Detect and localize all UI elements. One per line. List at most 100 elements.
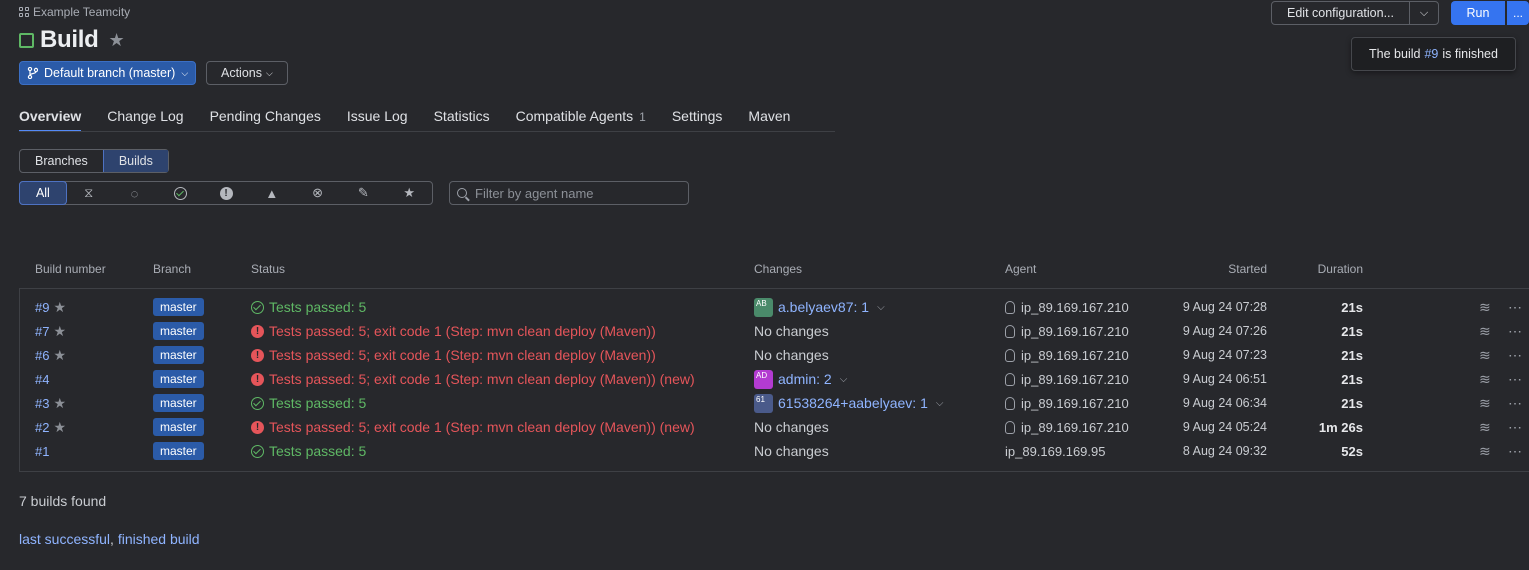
finished-build-link[interactable]: finished build xyxy=(118,531,200,547)
status-link[interactable]: Tests passed: 5 xyxy=(269,395,366,411)
header-changes[interactable]: Changes xyxy=(754,262,802,276)
branch-tag[interactable]: master xyxy=(153,394,204,412)
build-log-icon[interactable]: ≋ xyxy=(1479,415,1491,439)
table-row[interactable]: #9 ★ master Tests passed: 5 AB a.belyaev… xyxy=(0,295,1529,319)
header-agent[interactable]: Agent xyxy=(1005,262,1036,276)
breadcrumb[interactable]: Example Teamcity xyxy=(19,5,130,19)
tab-statistics[interactable]: Statistics xyxy=(434,108,490,132)
warning-icon[interactable]: ▲ xyxy=(249,182,295,204)
run-options-button[interactable]: ... xyxy=(1507,1,1529,25)
hourglass-icon[interactable]: ⧖ xyxy=(66,182,112,204)
table-row[interactable]: #3 ★ master Tests passed: 5 61 61538264+… xyxy=(0,391,1529,415)
table-row[interactable]: #6 ★ master ! Tests passed: 5; exit code … xyxy=(0,343,1529,367)
branch-tag[interactable]: master xyxy=(153,346,204,364)
tab-pending-changes[interactable]: Pending Changes xyxy=(210,108,321,132)
branch-tag[interactable]: master xyxy=(153,298,204,316)
header-build-number[interactable]: Build number xyxy=(35,262,106,276)
error-icon[interactable]: ! xyxy=(203,182,249,204)
agent-name[interactable]: ip_89.169.167.210 xyxy=(1021,372,1129,387)
edit-configuration-button[interactable]: Edit configuration... xyxy=(1272,2,1409,24)
tab-issue-log[interactable]: Issue Log xyxy=(347,108,408,132)
status-link[interactable]: Tests passed: 5; exit code 1 (Step: mvn … xyxy=(269,323,656,339)
build-log-icon[interactable]: ≋ xyxy=(1479,391,1491,415)
branches-toggle[interactable]: Branches xyxy=(20,150,103,172)
star-icon[interactable]: ★ xyxy=(53,299,66,316)
build-number-link[interactable]: #2 xyxy=(35,420,49,435)
success-icon[interactable] xyxy=(157,182,203,204)
build-number-link[interactable]: #9 xyxy=(35,300,49,315)
project-link[interactable]: Example Teamcity xyxy=(33,5,130,19)
star-icon[interactable]: ★ xyxy=(53,323,66,340)
branch-tag[interactable]: master xyxy=(153,442,204,460)
tab-settings[interactable]: Settings xyxy=(672,108,723,132)
more-options-icon[interactable]: ⋯ xyxy=(1508,295,1522,319)
chevron-down-icon[interactable]: ⌵ xyxy=(936,398,944,409)
more-options-icon[interactable]: ⋯ xyxy=(1508,391,1522,415)
branch-tag[interactable]: master xyxy=(153,322,204,340)
branch-tag[interactable]: master xyxy=(153,418,204,436)
status-link[interactable]: Tests passed: 5; exit code 1 (Step: mvn … xyxy=(269,371,695,387)
changes-link[interactable]: admin: 2 xyxy=(778,371,832,387)
agent-filter-field[interactable] xyxy=(449,181,689,205)
actions-button[interactable]: Actions ⌵ xyxy=(206,61,288,85)
star-icon[interactable]: ★ xyxy=(53,395,66,412)
cancelled-icon[interactable]: ⊗ xyxy=(295,182,341,204)
more-options-icon[interactable]: ⋯ xyxy=(1508,415,1522,439)
build-log-icon[interactable]: ≋ xyxy=(1479,367,1491,391)
build-log-icon[interactable]: ≋ xyxy=(1479,319,1491,343)
agent-name[interactable]: ip_89.169.167.210 xyxy=(1021,348,1129,363)
status-link[interactable]: Tests passed: 5; exit code 1 (Step: mvn … xyxy=(269,347,656,363)
header-duration[interactable]: Duration xyxy=(1290,262,1363,276)
star-icon[interactable]: ★ xyxy=(53,347,66,364)
more-options-icon[interactable]: ⋯ xyxy=(1508,367,1522,391)
build-number-link[interactable]: #4 xyxy=(35,372,49,387)
more-options-icon[interactable]: ⋯ xyxy=(1508,343,1522,367)
build-log-icon[interactable]: ≋ xyxy=(1479,439,1491,463)
last-successful-link[interactable]: last successful xyxy=(19,531,110,547)
changes-link[interactable]: 61538264+aabelyaev: 1 xyxy=(778,395,928,411)
header-branch[interactable]: Branch xyxy=(153,262,191,276)
filter-all[interactable]: All xyxy=(19,181,67,205)
header-status[interactable]: Status xyxy=(251,262,285,276)
tab-overview[interactable]: Overview xyxy=(19,108,82,132)
more-options-icon[interactable]: ⋯ xyxy=(1508,319,1522,343)
agent-name[interactable]: ip_89.169.167.210 xyxy=(1021,300,1129,315)
status-link[interactable]: Tests passed: 5 xyxy=(269,443,366,459)
branch-selector-button[interactable]: Default branch (master) ⌵ xyxy=(19,61,197,85)
agent-name[interactable]: ip_89.169.167.210 xyxy=(1021,324,1129,339)
edit-configuration-dropdown[interactable]: ⌵ xyxy=(1409,2,1438,24)
build-number-link[interactable]: #7 xyxy=(35,324,49,339)
build-number-link[interactable]: #6 xyxy=(35,348,49,363)
build-number-link[interactable]: #1 xyxy=(35,444,49,459)
build-log-icon[interactable]: ≋ xyxy=(1479,343,1491,367)
tab-change-log[interactable]: Change Log xyxy=(107,108,183,132)
agent-name[interactable]: ip_89.169.169.95 xyxy=(1005,444,1105,459)
header-started[interactable]: Started xyxy=(1150,262,1267,276)
branch-tag[interactable]: master xyxy=(153,370,204,388)
tab-compatible-agents[interactable]: Compatible Agents 1 xyxy=(516,108,646,132)
chevron-down-icon[interactable]: ⌵ xyxy=(840,374,848,385)
pin-icon[interactable]: ✎ xyxy=(340,182,386,204)
table-row[interactable]: #7 ★ master ! Tests passed: 5; exit code … xyxy=(0,319,1529,343)
run-button[interactable]: Run xyxy=(1451,1,1505,25)
builds-toggle[interactable]: Builds xyxy=(102,150,168,172)
table-row[interactable]: #1 master Tests passed: 5 No changes ip_… xyxy=(0,439,1529,463)
running-icon[interactable]: ◌ xyxy=(112,182,158,204)
more-options-icon[interactable]: ⋯ xyxy=(1508,439,1522,463)
tab-maven[interactable]: Maven xyxy=(748,108,790,132)
build-number-link[interactable]: #3 xyxy=(35,396,49,411)
agent-filter-input[interactable] xyxy=(473,184,677,202)
status-link[interactable]: Tests passed: 5 xyxy=(269,299,366,315)
chevron-down-icon[interactable]: ⌵ xyxy=(877,302,885,313)
agent-name[interactable]: ip_89.169.167.210 xyxy=(1021,396,1129,411)
table-row[interactable]: #2 ★ master ! Tests passed: 5; exit code … xyxy=(0,415,1529,439)
star-icon[interactable]: ★ xyxy=(386,182,432,204)
star-icon[interactable]: ★ xyxy=(53,419,66,436)
changes-link[interactable]: a.belyaev87: 1 xyxy=(778,299,869,315)
tooltip-build-link[interactable]: #9 xyxy=(1424,47,1438,61)
status-link[interactable]: Tests passed: 5; exit code 1 (Step: mvn … xyxy=(269,419,695,435)
table-row[interactable]: #4 master ! Tests passed: 5; exit code 1 … xyxy=(0,367,1529,391)
build-log-icon[interactable]: ≋ xyxy=(1479,295,1491,319)
agent-name[interactable]: ip_89.169.167.210 xyxy=(1021,420,1129,435)
favorite-star-icon[interactable]: ★ xyxy=(109,30,125,51)
